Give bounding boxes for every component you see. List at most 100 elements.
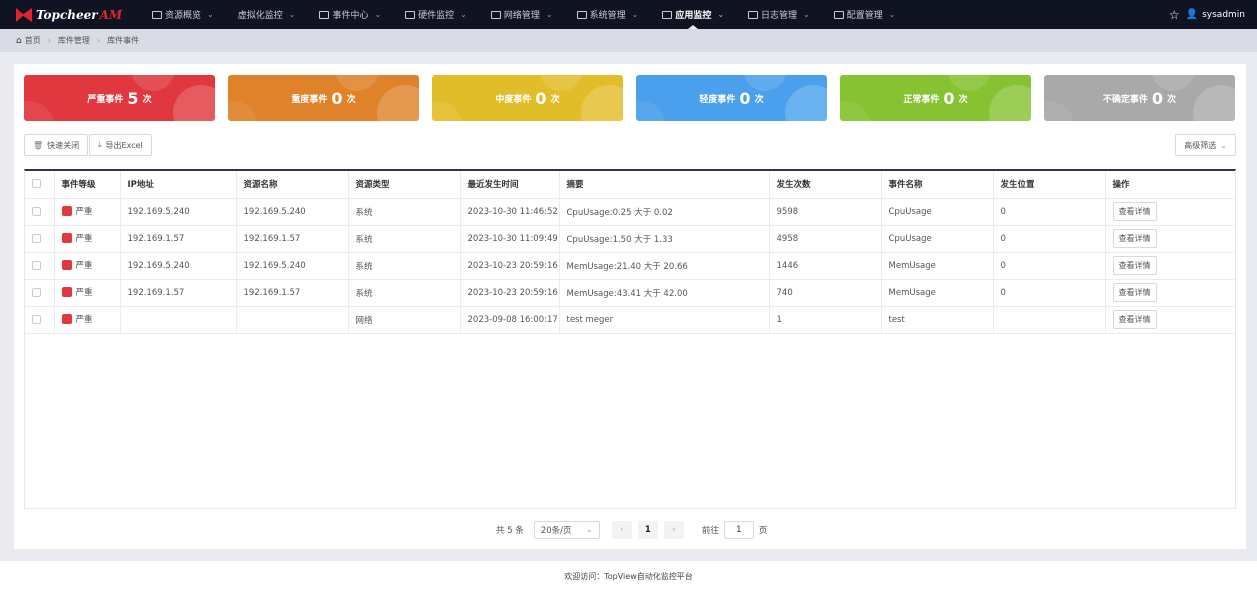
view-details-button[interactable]: 查看详情 xyxy=(1112,256,1157,275)
level-cell: 严重 xyxy=(54,306,121,334)
card-decoration xyxy=(581,85,623,121)
cell-time: 2023-10-30 11:09:49 xyxy=(460,225,560,253)
page-unit-label: 页 xyxy=(758,526,768,536)
row-checkbox[interactable] xyxy=(32,287,41,297)
brand-logo[interactable]: Topcheer AM xyxy=(0,0,140,29)
card-unit: 次 xyxy=(958,94,968,105)
severity-indicator-icon xyxy=(61,232,72,243)
cell-position: 0 xyxy=(993,252,1106,280)
nav-item[interactable]: 网络管理 ⌄ xyxy=(479,0,565,29)
footer-text: 欢迎访问：TopView自动化监控平台 xyxy=(564,571,693,581)
advanced-filter-button[interactable]: 高级筛选 ⌄ xyxy=(1175,134,1236,156)
row-select-cell xyxy=(25,198,55,226)
column-header: 操作 xyxy=(1105,171,1235,199)
cell-time: 2023-10-23 20:59:16 xyxy=(460,252,560,280)
view-details-button[interactable]: 查看详情 xyxy=(1112,202,1157,221)
severity-indicator-icon xyxy=(61,286,72,297)
chevron-down-icon: ⌄ xyxy=(1220,140,1227,150)
level-cell: 严重 xyxy=(54,225,121,253)
level-text: 严重 xyxy=(75,260,93,271)
goto-page-input[interactable]: 1 xyxy=(723,521,754,539)
nav-item-label: 系统管理 xyxy=(589,11,626,21)
total-count: 共 5 条 xyxy=(496,526,524,536)
severity-card[interactable]: 重度事件 0 次 xyxy=(228,75,419,121)
cell-time: 2023-10-30 11:46:52 xyxy=(460,198,560,226)
severity-card[interactable]: 严重事件 5 次 xyxy=(24,75,215,121)
brand-name: Topcheer xyxy=(36,7,98,22)
card-unit: 次 xyxy=(550,94,560,105)
export-excel-button[interactable]: ⤓ 导出Excel xyxy=(89,134,152,156)
cell-time: 2023-09-08 16:00:17 xyxy=(460,306,560,334)
chevron-right-icon: › xyxy=(672,525,676,535)
card-decoration xyxy=(636,101,666,121)
card-count: 0 xyxy=(1151,88,1164,108)
level-text: 严重 xyxy=(75,287,93,298)
brand-suffix: AM xyxy=(99,7,123,22)
severity-card[interactable]: 不确定事件 0 次 xyxy=(1044,75,1235,121)
cell-resource: 192.169.5.240 xyxy=(236,198,349,226)
action-cell: 查看详情 xyxy=(1105,279,1235,307)
username[interactable]: sysadmin xyxy=(1202,10,1245,20)
row-checkbox[interactable] xyxy=(32,233,41,243)
row-checkbox[interactable] xyxy=(32,314,41,324)
severity-card[interactable]: 轻度事件 0 次 xyxy=(636,75,827,121)
cell-summary: CpuUsage:0.25 大于 0.02 xyxy=(559,198,770,226)
table-row[interactable]: 严重 192.169.1.57 192.169.1.57 系统 2023-10-23 2… xyxy=(25,279,1235,307)
cell-type: 系统 xyxy=(348,279,461,307)
nav-item[interactable]: 硬件监控 ⌄ xyxy=(393,0,479,29)
card-decoration xyxy=(785,85,827,121)
star-icon[interactable]: ☆ xyxy=(1169,8,1180,22)
action-cell: 查看详情 xyxy=(1105,198,1235,226)
view-details-button[interactable]: 查看详情 xyxy=(1112,283,1157,302)
cell-event: CpuUsage xyxy=(881,198,994,226)
card-label: 重度事件 xyxy=(291,94,328,105)
table-header-row: 事件等级 IP地址 资源名称 资源类型 最近发生时间 摘要 发生次数 事件名称 发生位置 操作 xyxy=(25,171,1235,199)
cell-ip: 192.169.5.240 xyxy=(120,198,237,226)
quick-close-button[interactable]: 🗑 快速关闭 xyxy=(24,134,89,156)
nav-item[interactable]: 虚拟化监控 ⌄ xyxy=(226,0,308,29)
nav-item[interactable]: 资源概览 ⌄ xyxy=(140,0,226,29)
cell-ip: 192.169.5.240 xyxy=(120,252,237,280)
column-header: 事件名称 xyxy=(881,171,994,199)
user-icon: 👤 xyxy=(1185,9,1199,20)
nav-item[interactable]: 日志管理 ⌄ xyxy=(736,0,822,29)
page-size-select[interactable]: 20条/页 ⌄ xyxy=(533,521,600,539)
card-label: 严重事件 xyxy=(87,94,124,105)
nav-item-label: 配置管理 xyxy=(846,11,883,21)
view-details-button[interactable]: 查看详情 xyxy=(1112,229,1157,248)
row-checkbox[interactable] xyxy=(32,260,41,270)
severity-card[interactable]: 中度事件 0 次 xyxy=(432,75,623,121)
nav-item[interactable]: 配置管理 ⌄ xyxy=(822,0,908,29)
nav-item[interactable]: 系统管理 ⌄ xyxy=(565,0,651,29)
view-details-button[interactable]: 查看详情 xyxy=(1112,310,1157,329)
table-row[interactable]: 严重 网络 2023-09-08 16:00:17 test meger 1 test 查看… xyxy=(25,306,1235,334)
table-row[interactable]: 严重 192.169.5.240 192.169.5.240 系统 2023-10-30… xyxy=(25,198,1235,226)
card-decoration xyxy=(989,85,1031,121)
action-cell: 查看详情 xyxy=(1105,252,1235,280)
prev-page-button[interactable]: ‹ xyxy=(611,521,632,539)
cell-resource: 192.169.1.57 xyxy=(236,225,349,253)
table-row[interactable]: 严重 192.169.1.57 192.169.1.57 系统 2023-10-30 1… xyxy=(25,225,1235,253)
chevron-down-icon: ⌄ xyxy=(545,10,553,19)
cell-ip xyxy=(120,306,237,334)
next-page-button[interactable]: › xyxy=(663,521,684,539)
action-cell: 查看详情 xyxy=(1105,225,1235,253)
row-checkbox[interactable] xyxy=(32,206,41,216)
logo-mark-icon xyxy=(16,7,33,22)
cell-ip: 192.169.1.57 xyxy=(120,225,237,253)
card-unit: 次 xyxy=(1167,94,1177,105)
download-icon: ⤓ xyxy=(98,140,102,149)
card-count: 5 xyxy=(127,88,139,108)
card-count: 0 xyxy=(943,88,955,108)
table-row[interactable]: 严重 192.169.5.240 192.169.5.240 系统 2023-10-23… xyxy=(25,252,1235,280)
breadcrumb-home[interactable]: 首页 xyxy=(25,35,41,46)
select-all-checkbox[interactable] xyxy=(32,179,41,189)
nav-item[interactable]: 应用监控 ⌄ xyxy=(650,0,736,29)
breadcrumb-level1[interactable]: 库件管理 xyxy=(58,35,90,46)
chevron-down-icon: ⌄ xyxy=(631,10,639,19)
severity-card[interactable]: 正常事件 0 次 xyxy=(840,75,1031,121)
nav-item[interactable]: 事件中心 ⌄ xyxy=(307,0,393,29)
card-decoration xyxy=(432,101,462,121)
cell-position: 0 xyxy=(993,198,1106,226)
page-number-current[interactable]: 1 xyxy=(637,521,658,539)
